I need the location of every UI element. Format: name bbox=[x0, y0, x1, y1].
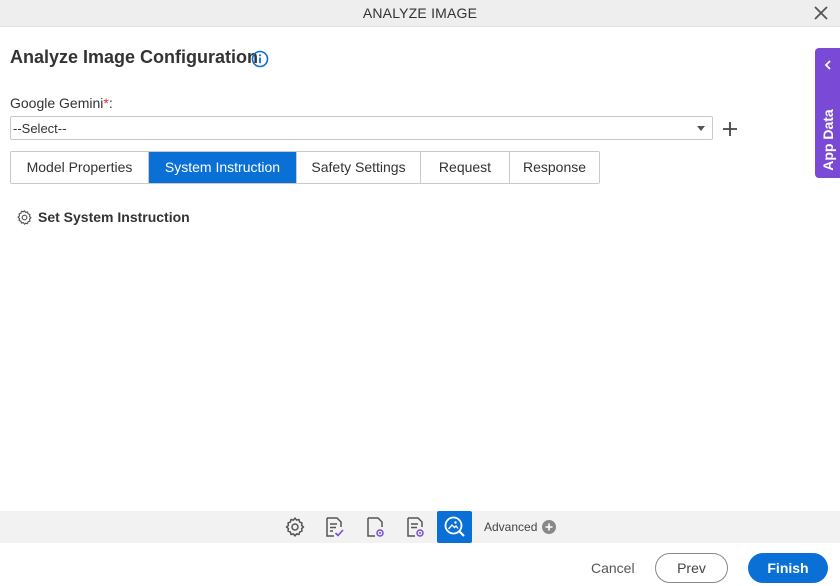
label-colon: : bbox=[108, 95, 113, 111]
image-search-icon bbox=[444, 516, 465, 537]
finish-button[interactable]: Finish bbox=[748, 553, 828, 583]
page-title: Analyze Image Configuration bbox=[10, 47, 259, 67]
app-data-panel-toggle[interactable]: App Data bbox=[815, 48, 840, 178]
chevron-down-icon bbox=[697, 126, 705, 131]
dialog-title: ANALYZE IMAGE bbox=[362, 5, 478, 21]
tab-model-properties[interactable]: Model Properties bbox=[11, 152, 149, 183]
document-settings-icon[interactable] bbox=[363, 515, 387, 539]
plus-icon[interactable] bbox=[721, 120, 739, 138]
info-icon[interactable] bbox=[251, 50, 269, 68]
document-gear-icon[interactable] bbox=[403, 515, 427, 539]
tab-safety-settings[interactable]: Safety Settings bbox=[297, 152, 421, 183]
cancel-button[interactable]: Cancel bbox=[591, 560, 635, 576]
select-value: --Select-- bbox=[13, 121, 67, 136]
set-system-instruction-label: Set System Instruction bbox=[38, 209, 190, 225]
plus-circle-icon[interactable] bbox=[542, 520, 556, 534]
gear-icon[interactable] bbox=[283, 515, 307, 539]
app-data-label: App Data bbox=[820, 109, 836, 171]
tab-response[interactable]: Response bbox=[510, 152, 599, 183]
dialog-title-bar: ANALYZE IMAGE bbox=[0, 0, 840, 27]
bottom-toolbar: Advanced bbox=[0, 511, 840, 543]
set-system-instruction-link[interactable]: Set System Instruction bbox=[16, 208, 190, 226]
google-gemini-label: Google Gemini*: bbox=[10, 95, 113, 111]
prev-button[interactable]: Prev bbox=[655, 553, 728, 583]
tab-bar: Model Properties System Instruction Safe… bbox=[10, 151, 600, 184]
chevron-left-icon bbox=[824, 60, 831, 70]
advanced-label[interactable]: Advanced bbox=[484, 520, 537, 534]
image-search-button[interactable] bbox=[437, 511, 472, 543]
tab-system-instruction[interactable]: System Instruction bbox=[149, 152, 297, 183]
tab-request[interactable]: Request bbox=[421, 152, 510, 183]
gear-icon bbox=[17, 209, 32, 225]
google-gemini-select[interactable]: --Select-- bbox=[10, 116, 713, 140]
document-check-icon[interactable] bbox=[322, 515, 346, 539]
close-icon[interactable] bbox=[812, 4, 830, 22]
field-label-text: Google Gemini bbox=[10, 95, 104, 111]
